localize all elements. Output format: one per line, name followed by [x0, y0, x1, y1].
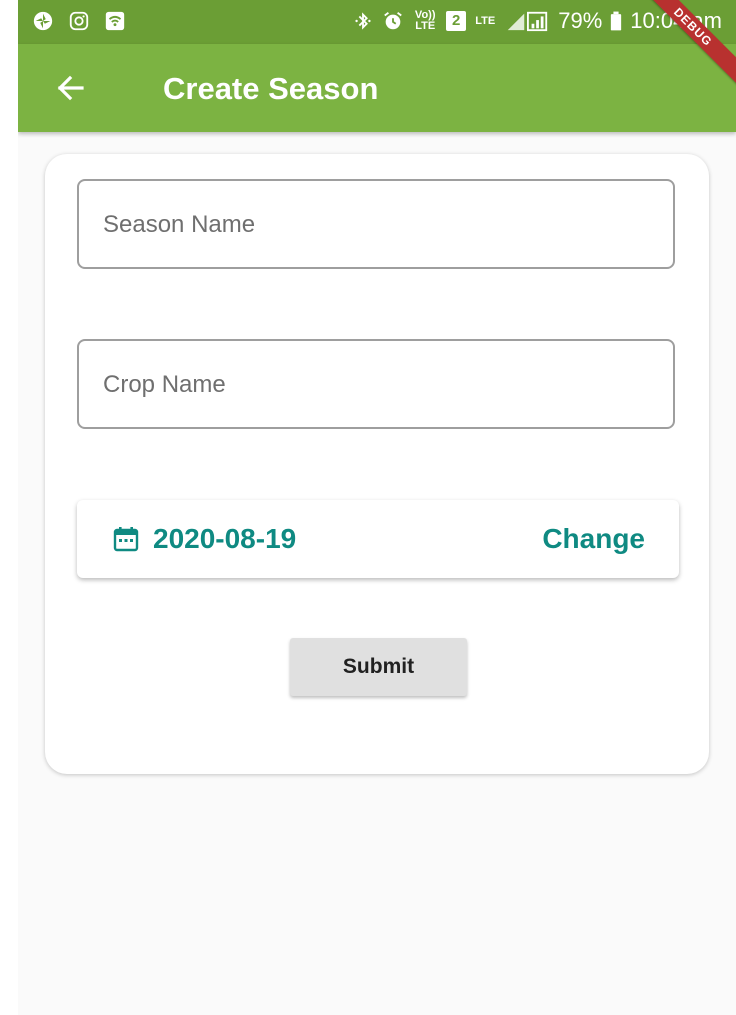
- page-title: Create Season: [163, 71, 379, 106]
- app-bar: Create Season: [18, 44, 736, 132]
- battery-icon: [611, 11, 622, 31]
- wifi-icon: [105, 11, 125, 31]
- instagram-icon: [69, 11, 89, 31]
- create-season-form-card: 2020-08-19 Change Submit: [45, 154, 709, 774]
- submit-button[interactable]: Submit: [290, 638, 467, 696]
- battery-percent: 79%: [558, 8, 603, 33]
- season-name-field[interactable]: [77, 179, 675, 269]
- app-screen: Vo)) LTE 2 LTE 79% 10:04 am Create S: [18, 0, 736, 1015]
- change-date-button[interactable]: Change: [542, 522, 645, 556]
- selected-date: 2020-08-19: [153, 523, 297, 554]
- date-picker-card: 2020-08-19 Change: [77, 500, 679, 578]
- back-button[interactable]: [48, 66, 92, 110]
- arrow-left-icon: [57, 75, 84, 101]
- bluetooth-icon: [355, 12, 371, 30]
- crop-name-input[interactable]: [101, 341, 665, 429]
- crop-name-field[interactable]: [77, 339, 675, 429]
- status-bar-left-icons: [32, 10, 126, 32]
- calendar-icon: [113, 527, 139, 552]
- pinwheel-icon: [33, 11, 53, 31]
- volte-icon: Vo)) LTE: [414, 9, 436, 32]
- alarm-icon: [384, 12, 403, 30]
- season-name-input[interactable]: [101, 181, 665, 269]
- signal-icon: [507, 11, 548, 32]
- lte-icon: LTE: [475, 14, 496, 27]
- status-bar: Vo)) LTE 2 LTE 79% 10:04 am: [18, 0, 736, 44]
- sim2-icon: 2: [446, 11, 467, 31]
